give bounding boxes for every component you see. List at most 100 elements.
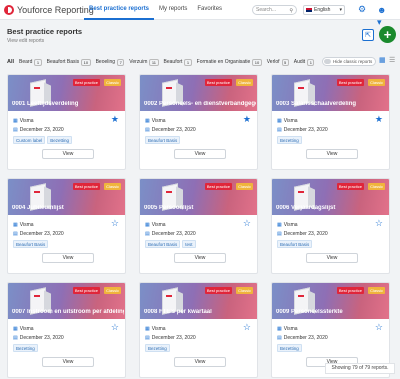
star-icon[interactable]: ☆ (111, 323, 119, 332)
star-icon[interactable]: ★ (375, 115, 383, 124)
report-owner: ▦ Visma (277, 222, 298, 228)
report-tag[interactable]: Beaufort Basis (277, 240, 313, 248)
owner-name: Visma (19, 118, 34, 124)
language-label: English (314, 7, 331, 13)
thumbnail-accent (298, 191, 304, 193)
filter-chip[interactable]: Formatie en Organisatie 10 (197, 58, 262, 66)
calendar-icon: ▤ (277, 335, 282, 341)
calendar-icon: ▤ (277, 231, 282, 237)
filter-label: Audit (293, 59, 306, 65)
report-thumbnail: Best practice Classic 0006 Verjaardagslijs… (272, 179, 389, 215)
filter-chip[interactable]: Beoeling 7 (96, 58, 125, 66)
thumbnail-accent (166, 295, 172, 297)
share-button[interactable]: ⇱ (362, 29, 374, 41)
report-tag[interactable]: Custom label (13, 136, 46, 144)
owner-icon: ▦ (277, 222, 282, 228)
filter-label: Beaufort (163, 59, 183, 65)
filter-bar: All Beard 1 Beaufort Basis 10 Beoeling 7 Verzu… (7, 57, 321, 67)
report-tag[interactable]: Beaufort Basis (145, 136, 181, 144)
report-card[interactable]: Best practice Classic 0006 Verjaardagslijs… (271, 178, 390, 274)
logo-icon (4, 5, 14, 15)
star-icon[interactable]: ☆ (243, 219, 251, 228)
star-icon[interactable]: ☆ (375, 323, 383, 332)
report-title: 0003 Salarisschaalverdeling (276, 101, 357, 107)
report-card[interactable]: Best practice Classic 0007 Instroom en uit… (7, 282, 126, 378)
report-tag[interactable]: Beaufort Basis (145, 240, 181, 248)
star-icon[interactable]: ☆ (243, 323, 251, 332)
report-owner: ▦ Visma (145, 326, 166, 332)
report-card[interactable]: Best practice Classic 0004 Jubileumlijst ☆ ▦… (7, 178, 126, 274)
best-practice-badge: Best practice (72, 287, 100, 294)
view-button[interactable]: View (174, 357, 226, 367)
report-tag[interactable]: Beaufort Basis (13, 240, 49, 248)
owner-icon: ▦ (277, 118, 282, 124)
search-input[interactable]: Search... ⚲ (252, 5, 297, 15)
filter-count: 1 (184, 58, 192, 66)
grid-view-icon[interactable]: ▦ (379, 57, 386, 64)
report-date: ▤ December 23, 2020 (13, 127, 64, 133)
view-button[interactable]: View (42, 149, 94, 159)
report-tag[interactable]: Bezetting (277, 136, 302, 144)
report-title: 0007 Instroom en uitstroom per afdeling (12, 309, 124, 315)
report-tags: Bezetting (277, 344, 304, 352)
owner-name: Visma (283, 222, 298, 228)
star-icon[interactable]: ☆ (375, 219, 383, 228)
filter-label: Verzuim (129, 59, 148, 65)
report-card[interactable]: Best practice Classic 0001 Leeftijdsverdel… (7, 74, 126, 170)
report-tag[interactable]: Bezetting (13, 344, 38, 352)
page-title: Best practice reports (7, 27, 83, 36)
gear-icon[interactable]: ⚙ (357, 4, 367, 14)
report-card[interactable]: Best practice Classic 0008 FTE's per kwart… (139, 282, 258, 378)
tab-my-reports[interactable]: My reports (154, 0, 192, 20)
user-icon[interactable]: ☻▾ (377, 4, 389, 27)
report-tags: Bezetting (145, 344, 172, 352)
star-icon[interactable]: ☆ (111, 219, 119, 228)
add-report-button[interactable]: + (379, 26, 396, 43)
tab-best-practice[interactable]: Best practice reports (84, 0, 155, 20)
best-practice-badge: Best practice (204, 287, 232, 294)
hide-classic-toggle[interactable]: Hide classic reports (322, 57, 376, 66)
report-tag[interactable]: test (182, 240, 196, 248)
filter-chip[interactable]: Beaufort 1 (163, 58, 192, 66)
date-text: December 23, 2020 (19, 127, 64, 133)
owner-name: Visma (19, 222, 34, 228)
report-tag[interactable]: Bezetting (277, 344, 302, 352)
filter-chip[interactable]: Verzuim 11 (129, 58, 159, 66)
calendar-icon: ▤ (13, 231, 18, 237)
view-button[interactable]: View (306, 253, 358, 263)
filter-chip[interactable]: Verlof 5 (267, 58, 289, 66)
tab-favorites[interactable]: Favorites (192, 0, 227, 20)
filter-chip[interactable]: Beard 1 (19, 58, 42, 66)
view-button[interactable]: View (174, 149, 226, 159)
view-button[interactable]: View (174, 253, 226, 263)
classic-badge: Classic (104, 287, 121, 294)
report-tag[interactable]: Bezetting (145, 344, 170, 352)
view-button[interactable]: View (306, 149, 358, 159)
list-view-icon[interactable]: ☰ (389, 57, 396, 64)
calendar-icon: ▤ (145, 335, 150, 341)
view-button[interactable]: View (42, 253, 94, 263)
search-placeholder: Search... (256, 7, 277, 13)
report-thumbnail: Best practice Classic 0007 Instroom en uit… (8, 283, 125, 319)
language-select[interactable]: English ▾ (303, 5, 345, 15)
report-tag[interactable]: Bezetting (47, 136, 73, 144)
filter-chip[interactable]: Audit 1 (293, 58, 315, 66)
report-thumbnail: Best practice Classic 0008 FTE's per kwart… (140, 283, 257, 319)
thumbnail-accent (34, 191, 40, 193)
report-card[interactable]: Best practice Classic 0005 Persoonlijst ☆ ▦ V… (139, 178, 258, 274)
star-icon[interactable]: ★ (243, 115, 251, 124)
star-icon[interactable]: ★ (111, 115, 119, 124)
view-button[interactable]: View (42, 357, 94, 367)
report-card[interactable]: Best practice Classic 0003 Salarisschaalve… (271, 74, 390, 170)
app-logo[interactable]: Youforce Reporting (4, 4, 94, 16)
filter-chip[interactable]: Beaufort Basis 10 (47, 58, 91, 66)
share-icon: ⇱ (365, 32, 371, 39)
report-owner: ▦ Visma (13, 118, 34, 124)
report-card[interactable]: Best practice Classic 0002 Personeels- en … (139, 74, 258, 170)
report-tags: Beaufort Basis (277, 240, 314, 248)
report-owner: ▦ Visma (277, 118, 298, 124)
filter-count: 7 (117, 58, 125, 66)
filter-all[interactable]: All (7, 59, 14, 65)
calendar-icon: ▤ (13, 127, 18, 133)
filter-count: 1 (307, 58, 315, 66)
